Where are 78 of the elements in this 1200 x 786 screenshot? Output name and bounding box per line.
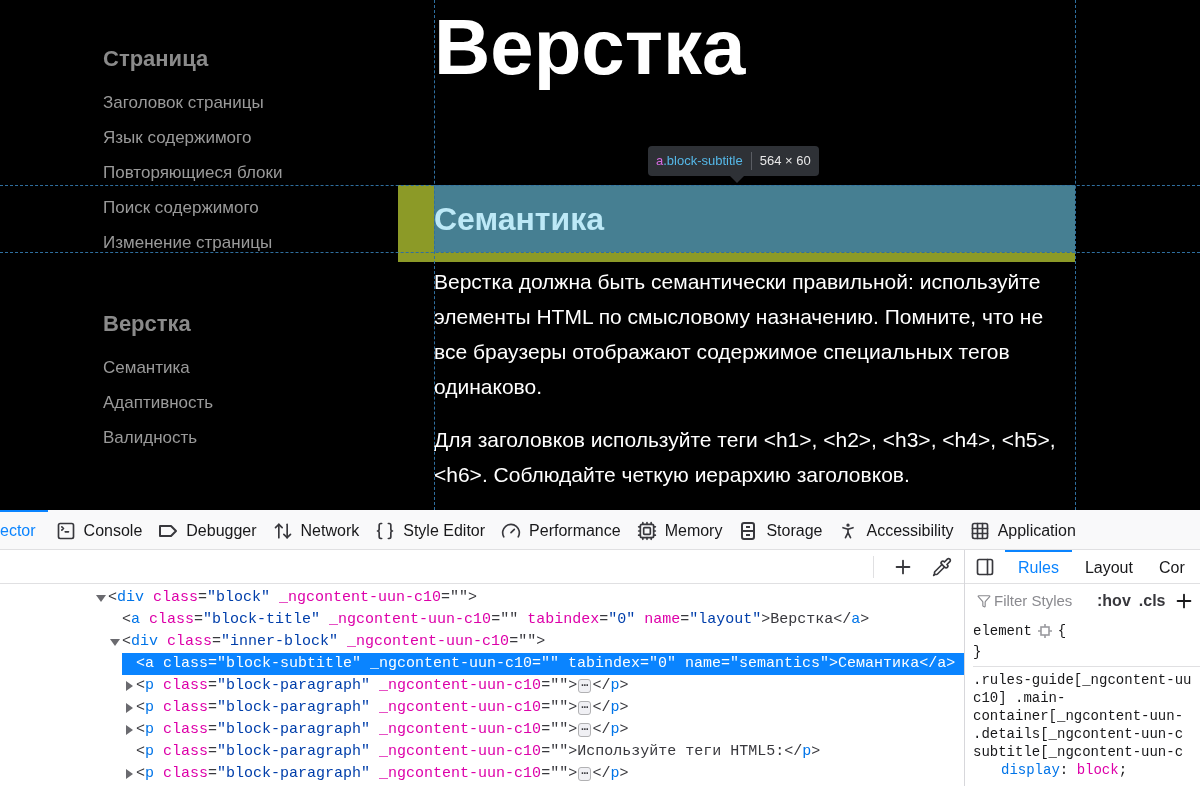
rule-selector: element xyxy=(973,621,1032,640)
devtools-tab[interactable]: Console xyxy=(47,510,151,549)
devtools-tab[interactable]: Memory xyxy=(628,510,731,549)
filter-toggle[interactable]: :hov xyxy=(1097,589,1131,613)
markup-line: <p class="block-paragraph" _ngcontent-uun-c10=""> xyxy=(136,697,578,718)
rule-selector: container[_ngcontent-uun- xyxy=(973,707,1185,725)
collapsed-arrow-icon[interactable] xyxy=(124,703,134,713)
eyedropper-icon[interactable] xyxy=(932,556,952,577)
markup-line: <div class="block" _ngcontent-uun-c10=""> xyxy=(108,587,478,608)
sidebar-link[interactable]: Адаптивность xyxy=(103,385,398,420)
sidebar-link[interactable]: Поиск содержимого xyxy=(103,190,398,225)
terminal-icon xyxy=(55,520,76,541)
markup-row[interactable]: <a class="block-title" _ngcontent-uun-c10="" tabindex="0" name="layout">Верстка</a> xyxy=(108,609,964,631)
paragraph: Для заголовков используйте теги <h1>, <h2>, <h3>, <h4>, <h5>, <h6>. Соблюдайте четкую иерархию заголовков. xyxy=(434,427,1057,488)
rule-declaration[interactable]: display: block; xyxy=(1001,761,1128,779)
filter-icon xyxy=(977,594,991,608)
markup-line: <a class="block-title" _ngcontent-uun-c10="" tabindex="0" name="layout">Верстка</a> xyxy=(122,609,870,630)
sidebar-link[interactable]: Семантика xyxy=(103,350,398,385)
devtools-tab[interactable]: Network xyxy=(264,510,368,549)
devtools-tab[interactable]: ector xyxy=(0,510,48,549)
element-selector: a.block-subtitle xyxy=(656,152,743,171)
rule-selector: .rules-guide[_ngcontent-uu xyxy=(973,671,1193,689)
devtools-tab[interactable]: Style Editor xyxy=(367,510,494,549)
devtools-tab[interactable]: Application xyxy=(961,510,1084,549)
sidebar-tab[interactable]: Rules xyxy=(1005,550,1072,583)
rule-brace: { xyxy=(1057,621,1067,640)
rule-selector: subtitle[_ngcontent-uun-c xyxy=(973,743,1185,761)
sidebar-heading[interactable]: Верстка xyxy=(103,310,398,338)
markup-row[interactable]: <div class="inner-block" _ngcontent-uun-c10=""> xyxy=(108,631,964,653)
markup-row[interactable]: <p class="block-paragraph" _ngcontent-uun-c10=""> ⋯ </p> xyxy=(122,719,964,741)
collapsed-arrow-icon[interactable] xyxy=(124,769,134,779)
markup-row[interactable]: <p class="block-paragraph" _ngcontent-uun-c10="">Используйте теги HTML5:</p> xyxy=(122,741,964,763)
grid-icon xyxy=(969,520,990,541)
markup-line: <p class="block-paragraph" _ngcontent-uun-c10=""> xyxy=(136,719,578,740)
sidebar-link[interactable]: Изменение страницы xyxy=(103,225,398,260)
rule-brace: } xyxy=(973,642,982,661)
devtools-tab[interactable]: Storage xyxy=(730,510,831,549)
page-title: Верстка xyxy=(434,4,747,90)
markup-row[interactable]: <p class="block-paragraph" _ngcontent-uun-c10=""> ⋯ </p> xyxy=(122,675,964,697)
sidebar-link[interactable]: Повторяющиеся блоки xyxy=(103,155,398,190)
filter-toggle[interactable]: .cls xyxy=(1138,589,1166,613)
markup-line: <p class="block-paragraph" _ngcontent-uun-c10=""> xyxy=(136,763,578,784)
rule-selector: .details[_ngcontent-uun-c xyxy=(973,725,1185,743)
sidebar-link[interactable]: Валидность xyxy=(103,420,398,455)
devtools-tab[interactable]: Accessibility xyxy=(830,510,962,549)
collapsed-arrow-icon[interactable] xyxy=(124,681,134,691)
target-icon[interactable] xyxy=(1037,623,1052,638)
devtools-tab[interactable]: Performance xyxy=(493,510,629,549)
sidebar-tab[interactable]: Layout xyxy=(1071,550,1146,583)
closing-tag: </p> xyxy=(592,696,629,720)
panel-toggle-icon[interactable] xyxy=(975,556,995,577)
collapsed-content-badge[interactable]: ⋯ xyxy=(578,767,592,781)
filter-field[interactable]: Filter Styles xyxy=(977,589,1089,613)
devtools-tab[interactable]: Debugger xyxy=(150,510,265,549)
element-size: 564 × 60 xyxy=(759,152,811,171)
markup-row[interactable]: <p class="block-paragraph" _ngcontent-uun-c10=""> ⋯ </p> xyxy=(122,763,964,785)
closing-tag: </p> xyxy=(592,674,629,698)
closing-tag: </p> xyxy=(592,718,629,742)
paragraph: Верстка должна быть семантически правильной: используйте элементы HTML по смысловому назначению. Помните, что не все браузеры отображают содержимое специальных тегов одинаково. xyxy=(434,269,1045,400)
sidebar-tab[interactable]: Cor xyxy=(1145,550,1198,583)
markup-line: <p class="block-paragraph" _ngcontent-uun-c10=""> xyxy=(136,675,578,696)
expanded-arrow-icon[interactable] xyxy=(96,593,106,603)
sidebar-link[interactable]: Заголовок страницы xyxy=(103,85,398,120)
sidebar-heading[interactable]: Страница xyxy=(103,45,398,73)
closing-tag: </p> xyxy=(592,762,629,786)
sidebar-link[interactable]: Язык содержимого xyxy=(103,120,398,155)
markup-row[interactable]: <div class="block" _ngcontent-uun-c10=""> xyxy=(94,587,964,609)
collapsed-arrow-icon[interactable] xyxy=(124,725,134,735)
markup-line: <p class="block-paragraph" _ngcontent-uun-c10="">Используйте теги HTML5:</p> xyxy=(136,741,821,762)
braces-icon xyxy=(375,520,396,541)
rule-selector: c10] .main- xyxy=(973,689,1067,707)
collapsed-content-badge[interactable]: ⋯ xyxy=(578,701,592,715)
chip-icon xyxy=(636,520,657,541)
expanded-arrow-icon[interactable] xyxy=(110,637,120,647)
markup-row[interactable]: <p class="block-paragraph" _ngcontent-uun-c10=""> ⋯ </p> xyxy=(122,697,964,719)
collapsed-content-badge[interactable]: ⋯ xyxy=(578,679,592,693)
collapsed-content-badge[interactable]: ⋯ xyxy=(578,723,592,737)
markup-line: <div class="inner-block" _ngcontent-uun-c10=""> xyxy=(122,631,546,652)
